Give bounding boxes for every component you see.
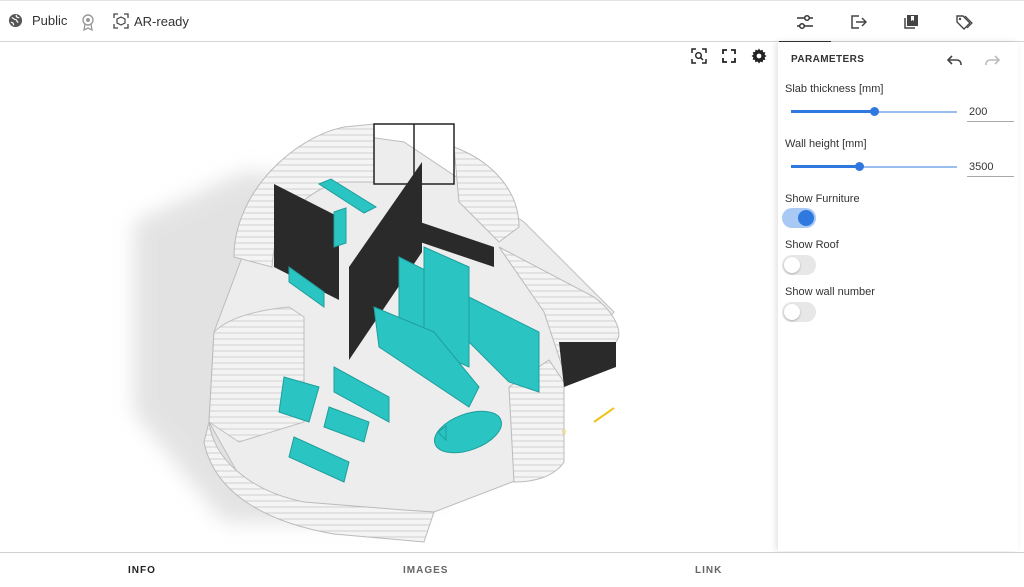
visibility-label: Public xyxy=(32,13,68,28)
show-wall-number-label: Show wall number xyxy=(785,286,875,298)
north-arrow-marker xyxy=(593,407,615,423)
parameters-panel: PARAMETERS Slab thickness [mm] Wall heig… xyxy=(778,42,1018,551)
export-icon xyxy=(850,14,867,29)
zoom-fit-icon xyxy=(691,48,707,64)
tab-library[interactable] xyxy=(885,1,937,42)
fullscreen-button[interactable] xyxy=(719,46,739,66)
ar-ready-badge: AR-ready xyxy=(113,13,189,29)
tab-images[interactable]: IMAGES xyxy=(403,565,448,576)
viewer-toolbar xyxy=(689,46,769,66)
model-viewer[interactable]: ☼ xyxy=(4,42,777,551)
redo-icon xyxy=(985,55,1000,65)
curved-wall-west xyxy=(208,306,305,443)
show-furniture-toggle[interactable] xyxy=(782,208,816,228)
interior-wall-4 xyxy=(559,342,616,387)
slab-thickness-slider[interactable] xyxy=(791,105,957,119)
fullscreen-icon xyxy=(722,49,736,63)
library-icon xyxy=(904,14,918,29)
globe-icon xyxy=(8,13,23,28)
ar-label: AR-ready xyxy=(134,13,189,29)
zoom-fit-button[interactable] xyxy=(689,46,709,66)
tab-parameters[interactable] xyxy=(779,1,831,43)
wall-height-slider[interactable] xyxy=(791,160,957,174)
tab-link[interactable]: LINK xyxy=(695,565,722,576)
tab-info[interactable]: INFO xyxy=(128,565,156,576)
bottom-tabs: INFO IMAGES LINK xyxy=(0,552,1024,587)
top-bar: Public AR-ready xyxy=(0,0,1024,43)
show-furniture-label: Show Furniture xyxy=(785,193,860,205)
floorplan-3d-model[interactable]: ☼ xyxy=(4,42,777,551)
undo-button[interactable] xyxy=(945,52,965,70)
tags-icon xyxy=(956,14,973,30)
show-roof-toggle[interactable] xyxy=(782,255,816,275)
tab-export[interactable] xyxy=(832,1,884,42)
redo-button[interactable] xyxy=(982,52,1002,70)
undo-icon xyxy=(947,55,962,65)
panel-title: PARAMETERS xyxy=(791,54,865,65)
gear-icon xyxy=(751,48,767,64)
slider-thumb[interactable] xyxy=(855,162,865,171)
settings-button[interactable] xyxy=(749,46,769,66)
ar-cube-icon xyxy=(113,13,129,29)
slab-thickness-input[interactable] xyxy=(967,103,1014,122)
side-tabs xyxy=(779,1,1024,43)
slider-thumb[interactable] xyxy=(870,107,879,116)
wall-height-label: Wall height [mm] xyxy=(785,138,867,150)
wall-height-input[interactable] xyxy=(967,158,1014,177)
badge-icon xyxy=(80,13,96,31)
axis-marker: ☼ xyxy=(560,426,568,436)
slab-thickness-label: Slab thickness [mm] xyxy=(785,83,884,95)
tab-tags[interactable] xyxy=(938,1,990,42)
show-wall-number-toggle[interactable] xyxy=(782,302,816,322)
show-roof-label: Show Roof xyxy=(785,239,839,251)
sliders-icon xyxy=(797,14,813,29)
visibility-status[interactable]: Public xyxy=(8,13,67,28)
